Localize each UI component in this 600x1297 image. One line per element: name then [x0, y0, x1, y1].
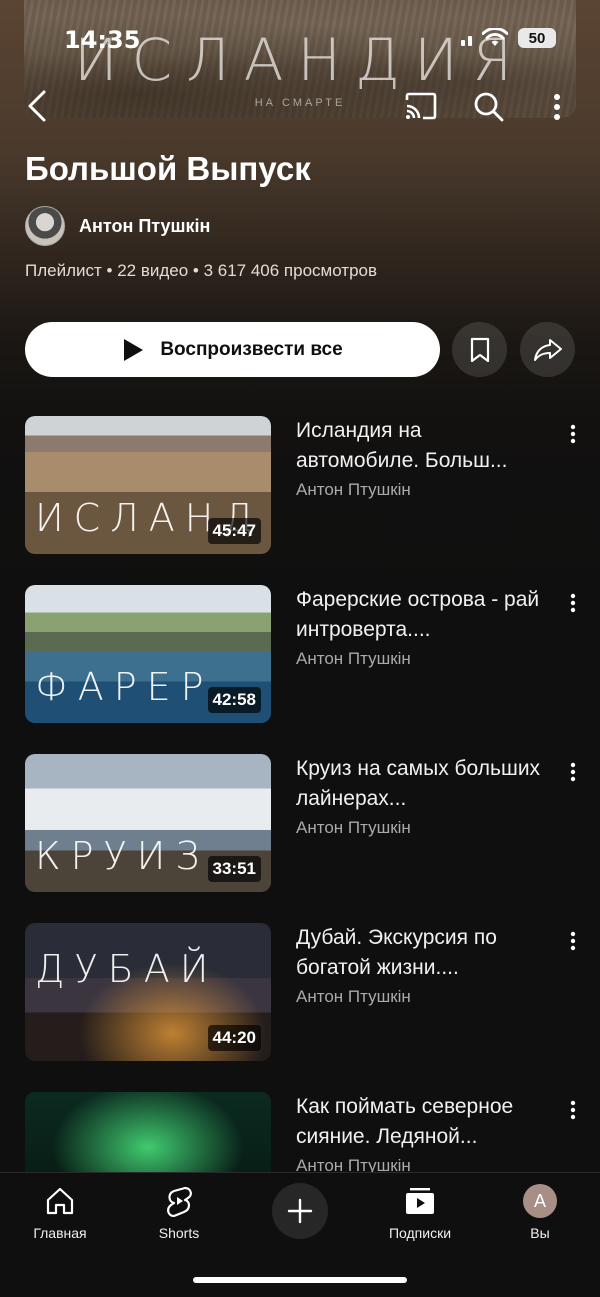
- video-duration: 33:51: [207, 856, 261, 882]
- video-more-icon[interactable]: [563, 591, 583, 615]
- video-more-icon[interactable]: [563, 929, 583, 953]
- video-author: Антон Птушкін: [296, 480, 411, 499]
- share-button[interactable]: [520, 322, 575, 377]
- thumbnail-text: ФАРЕР: [35, 665, 214, 709]
- bookmark-icon: [470, 337, 489, 362]
- video-thumbnail[interactable]: ФАРЕР 42:58: [25, 585, 271, 723]
- video-thumbnail[interactable]: КРУИЗ 33:51: [25, 754, 271, 892]
- author-name[interactable]: Антон Птушкін: [79, 216, 210, 237]
- battery-icon: 50: [518, 28, 556, 48]
- video-thumbnail[interactable]: ДУБАЙ 44:20: [25, 923, 271, 1061]
- play-icon: [124, 338, 144, 361]
- nav-subscriptions[interactable]: Подписки: [370, 1185, 470, 1241]
- video-duration: 45:47: [207, 518, 261, 544]
- thumbnail-text: КРУИЗ: [35, 834, 210, 878]
- profile-avatar-icon: A: [523, 1184, 557, 1218]
- shorts-icon: [165, 1185, 193, 1217]
- list-item[interactable]: ДУБАЙ 44:20 Дубай. Экскурсия по богатой …: [25, 923, 585, 1061]
- video-author: Антон Птушкін: [296, 649, 411, 668]
- video-title[interactable]: Как поймать северное сияние. Ледяной...: [296, 1092, 546, 1152]
- nav-you-label: Вы: [530, 1225, 550, 1241]
- playlist-author[interactable]: Антон Птушкін: [25, 206, 210, 246]
- save-playlist-button[interactable]: [452, 322, 507, 377]
- playlist-meta: Плейлист • 22 видео • 3 617 406 просмотр…: [25, 261, 378, 280]
- home-icon: [45, 1185, 75, 1217]
- nav-shorts[interactable]: Shorts: [129, 1185, 229, 1241]
- nav-home[interactable]: Главная: [10, 1185, 110, 1241]
- more-vertical-icon[interactable]: [545, 90, 569, 124]
- play-all-button[interactable]: Воспроизвести все: [25, 322, 440, 377]
- list-item[interactable]: ИСЛАНД 45:47 Исландия на автомобиле. Бол…: [25, 416, 585, 554]
- back-icon[interactable]: [22, 88, 52, 124]
- list-item[interactable]: КРУИЗ 33:51 Круиз на самых больших лайне…: [25, 754, 585, 892]
- cast-icon[interactable]: [403, 91, 439, 121]
- video-duration: 44:20: [207, 1025, 261, 1051]
- wifi-icon: [482, 28, 508, 46]
- list-item[interactable]: ФАРЕР 42:58 Фарерские острова - рай интр…: [25, 585, 585, 723]
- status-time: 14:35: [64, 26, 141, 54]
- video-more-icon[interactable]: [563, 1098, 583, 1122]
- play-all-label: Воспроизвести все: [160, 338, 343, 360]
- video-author: Антон Птушкін: [296, 987, 411, 1006]
- playlist-title: Большой Выпуск: [25, 150, 311, 187]
- video-title[interactable]: Исландия на автомобиле. Больш...: [296, 416, 546, 476]
- plus-icon: [287, 1198, 313, 1224]
- subscriptions-icon: [404, 1185, 436, 1217]
- nav-subscriptions-label: Подписки: [388, 1225, 452, 1241]
- video-title[interactable]: Фарерские острова - рай интроверта....: [296, 585, 546, 645]
- video-more-icon[interactable]: [563, 422, 583, 446]
- nav-shorts-label: Shorts: [158, 1225, 200, 1241]
- video-title[interactable]: Дубай. Экскурсия по богатой жизни....: [296, 923, 546, 983]
- video-thumbnail[interactable]: ИСЛАНД 45:47: [25, 416, 271, 554]
- create-button[interactable]: [272, 1183, 328, 1239]
- home-indicator: [193, 1277, 407, 1283]
- signal-icon: [461, 30, 472, 46]
- nav-home-label: Главная: [33, 1225, 87, 1241]
- video-title[interactable]: Круиз на самых больших лайнерах...: [296, 754, 546, 814]
- video-duration: 42:58: [207, 687, 261, 713]
- video-more-icon[interactable]: [563, 760, 583, 784]
- thumbnail-text: ДУБАЙ: [35, 947, 219, 991]
- search-icon[interactable]: [472, 90, 506, 124]
- nav-you[interactable]: A Вы: [490, 1184, 590, 1241]
- author-avatar[interactable]: [25, 206, 65, 246]
- share-icon: [533, 338, 562, 361]
- status-icons: 50: [461, 28, 556, 48]
- video-author: Антон Птушкін: [296, 818, 411, 837]
- profile-avatar: A: [523, 1184, 557, 1218]
